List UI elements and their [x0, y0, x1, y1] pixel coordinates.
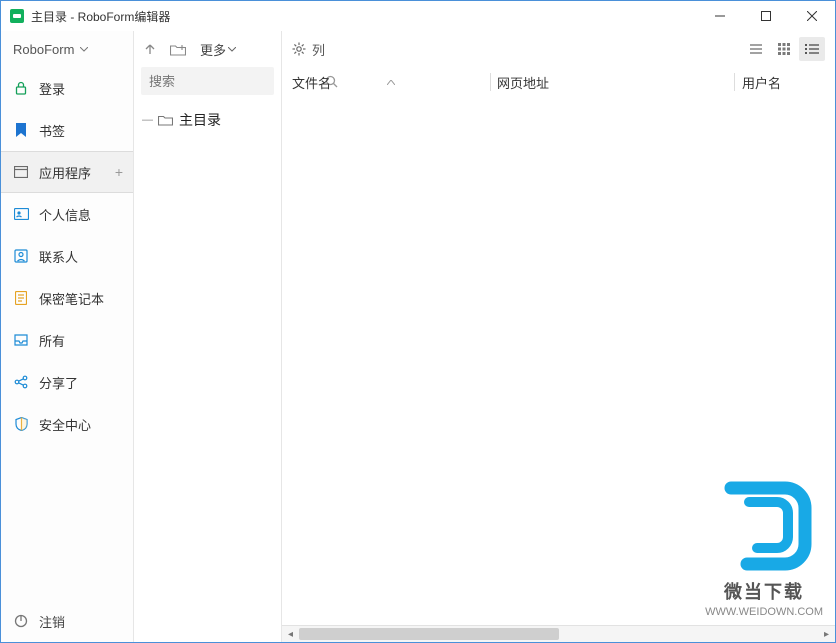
contact-icon: [13, 248, 29, 264]
tree-panel: 更多 — 主目录: [134, 31, 282, 642]
column-filename[interactable]: 文件名: [292, 73, 497, 92]
bookmark-icon: [13, 122, 29, 138]
scroll-thumb[interactable]: [299, 628, 559, 640]
brand-label: RoboForm: [13, 42, 74, 57]
scroll-right-icon[interactable]: ▸: [818, 626, 835, 643]
sidebar-item-shared[interactable]: 分享了: [1, 361, 133, 403]
app-icon: [9, 8, 25, 24]
sidebar: RoboForm 登录 书签: [1, 31, 134, 642]
sidebar-item-security[interactable]: 安全中心: [1, 403, 133, 445]
column-user-label: 用户名: [742, 73, 781, 92]
window-title: 主目录 - RoboForm编辑器: [31, 8, 697, 25]
sidebar-item-contacts[interactable]: 联系人: [1, 235, 133, 277]
logout-label: 注销: [39, 612, 65, 631]
lock-icon: [13, 80, 29, 96]
id-card-icon: [13, 206, 29, 222]
sidebar-logout[interactable]: 注销: [1, 600, 133, 642]
watermark: 微当下载 WWW.WEIDOWN.COM: [705, 476, 823, 618]
tree-root[interactable]: — 主目录: [142, 107, 273, 133]
horizontal-scrollbar[interactable]: ◂ ▸: [282, 625, 835, 642]
power-icon: [13, 613, 29, 629]
tree-root-label: 主目录: [179, 110, 221, 130]
watermark-line1: 微当下载: [705, 578, 823, 604]
sidebar-item-label: 所有: [39, 331, 65, 350]
gear-icon: [292, 42, 306, 56]
application-icon: [13, 164, 29, 180]
view-details-button[interactable]: [799, 37, 825, 61]
folder-icon: [158, 114, 173, 126]
inbox-icon: [13, 332, 29, 348]
titlebar: 主目录 - RoboForm编辑器: [1, 1, 835, 31]
sidebar-item-applications[interactable]: 应用程序 +: [1, 151, 133, 193]
view-menu[interactable]: 列: [292, 40, 325, 59]
column-user[interactable]: 用户名: [742, 73, 825, 92]
sort-asc-icon: [387, 80, 395, 85]
shield-icon: [13, 416, 29, 432]
scroll-track[interactable]: [299, 626, 818, 642]
sidebar-item-all[interactable]: 所有: [1, 319, 133, 361]
sidebar-item-label: 联系人: [39, 247, 78, 266]
sidebar-item-identities[interactable]: 个人信息: [1, 193, 133, 235]
column-filename-label: 文件名: [292, 73, 331, 92]
sidebar-item-bookmarks[interactable]: 书签: [1, 109, 133, 151]
view-grid-button[interactable]: [771, 37, 797, 61]
collapse-icon[interactable]: —: [142, 114, 152, 126]
column-url-label: 网页地址: [497, 73, 549, 92]
view-list-button[interactable]: [743, 37, 769, 61]
sidebar-item-label: 应用程序: [39, 163, 91, 182]
close-button[interactable]: [789, 1, 835, 31]
chevron-down-icon: [228, 47, 236, 52]
column-url[interactable]: 网页地址: [497, 73, 742, 92]
search-box[interactable]: [141, 67, 274, 95]
sidebar-item-label: 书签: [39, 121, 65, 140]
more-menu[interactable]: 更多: [200, 40, 236, 59]
up-button[interactable]: [144, 43, 156, 55]
chevron-down-icon: [80, 47, 88, 52]
more-label: 更多: [200, 40, 226, 59]
share-icon: [13, 374, 29, 390]
view-label: 列: [312, 40, 325, 59]
sidebar-item-logins[interactable]: 登录: [1, 67, 133, 109]
column-headers: 文件名 网页地址 用户名: [282, 67, 835, 97]
sidebar-item-label: 保密笔记本: [39, 289, 104, 308]
main-panel: 列 文件名: [282, 31, 835, 642]
maximize-button[interactable]: [743, 1, 789, 31]
note-icon: [13, 290, 29, 306]
new-folder-button[interactable]: [170, 43, 186, 56]
plus-icon[interactable]: +: [115, 164, 123, 180]
brand-menu[interactable]: RoboForm: [1, 31, 133, 67]
sidebar-item-label: 分享了: [39, 373, 78, 392]
minimize-button[interactable]: [697, 1, 743, 31]
scroll-left-icon[interactable]: ◂: [282, 626, 299, 643]
watermark-line2: WWW.WEIDOWN.COM: [705, 606, 823, 618]
sidebar-item-label: 安全中心: [39, 415, 91, 434]
sidebar-item-label: 登录: [39, 79, 65, 98]
list-body: 微当下载 WWW.WEIDOWN.COM ◂ ▸: [282, 97, 835, 642]
sidebar-item-label: 个人信息: [39, 205, 91, 224]
sidebar-item-safenotes[interactable]: 保密笔记本: [1, 277, 133, 319]
